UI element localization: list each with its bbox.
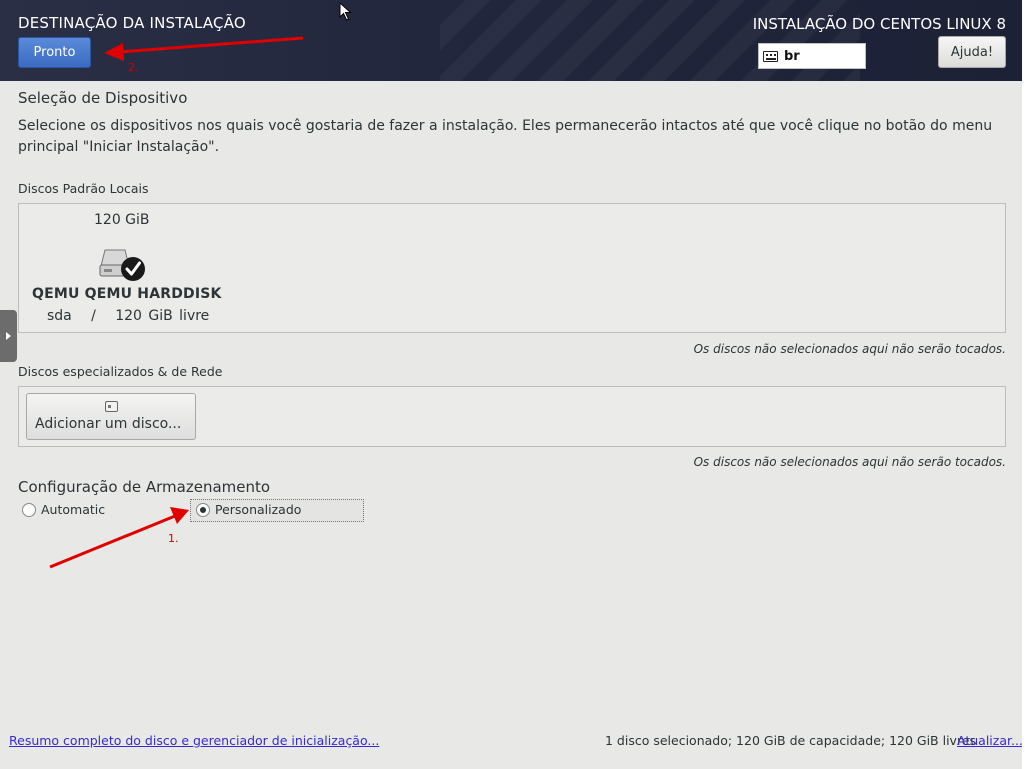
annotation-step-1: 1. [168, 532, 179, 545]
radio-automatic[interactable]: Automatic [22, 502, 105, 517]
disk-add-icon [105, 401, 118, 412]
keyboard-layout-label: br [784, 48, 800, 64]
hard-disk-selected-icon[interactable] [99, 244, 149, 284]
local-disks-panel: 120 GiB QEMU QEMU HARDDISK sda / 120 GiB… [18, 203, 1006, 333]
arrow-line-1 [49, 514, 176, 569]
radio-custom-indicator[interactable] [196, 502, 210, 517]
product-title: INSTALAÇÃO DO CENTOS LINUX 8 [752, 15, 1006, 33]
disk-status-text: 1 disco selecionado; 120 GiB de capacida… [605, 733, 977, 748]
local-disks-label: Discos Padrão Locais [18, 181, 149, 196]
device-selection-description: Selecione os dispositivos nos quais você… [18, 118, 993, 155]
disk-capacity: 120 GiB [94, 212, 150, 228]
special-disks-note: Os discos não selecionados aqui não serã… [693, 455, 1006, 469]
disk-name: QEMU QEMU HARDDISK [32, 286, 222, 302]
keyboard-icon [763, 50, 778, 62]
radio-custom-label: Personalizado [215, 502, 302, 517]
disk-summary-link[interactable]: Resumo completo do disco e gerenciador d… [9, 733, 379, 748]
add-disk-button[interactable]: Adicionar um disco... [26, 393, 196, 440]
disk-device: sda [47, 308, 72, 324]
keyboard-layout-indicator[interactable]: br [758, 43, 866, 69]
disk-separator: / [91, 308, 96, 324]
done-button[interactable]: Pronto [18, 37, 91, 68]
disk-free: 120 GiB livre [115, 308, 210, 324]
local-disks-note: Os discos não selecionados aqui não serã… [693, 342, 1006, 356]
arrow-head-1 [170, 507, 189, 524]
radio-automatic-indicator[interactable] [22, 502, 36, 517]
header-bar: DESTINAÇÃO DA INSTALAÇÃO Pronto INSTALAÇ… [0, 0, 1025, 81]
radio-custom[interactable]: Personalizado [196, 502, 301, 517]
annotation-step-2: 2. [128, 61, 139, 74]
device-selection-title: Seleção de Dispositivo [18, 89, 188, 107]
special-disks-panel: Adicionar um disco... [18, 386, 1006, 447]
storage-config-title: Configuração de Armazenamento [18, 478, 271, 496]
radio-automatic-label: Automatic [41, 502, 106, 517]
refresh-link[interactable]: Atualizar... [957, 733, 1023, 748]
sidebar-expand-handle[interactable] [0, 310, 17, 362]
special-disks-label: Discos especializados & de Rede [18, 364, 223, 379]
help-button[interactable]: Ajuda! [938, 36, 1006, 68]
add-disk-label: Adicionar um disco... [35, 416, 182, 432]
disk-detail: sda / 120 GiB livre [47, 308, 209, 324]
spoke-title: DESTINAÇÃO DA INSTALAÇÃO [18, 14, 246, 32]
mouse-cursor-icon [339, 2, 352, 21]
